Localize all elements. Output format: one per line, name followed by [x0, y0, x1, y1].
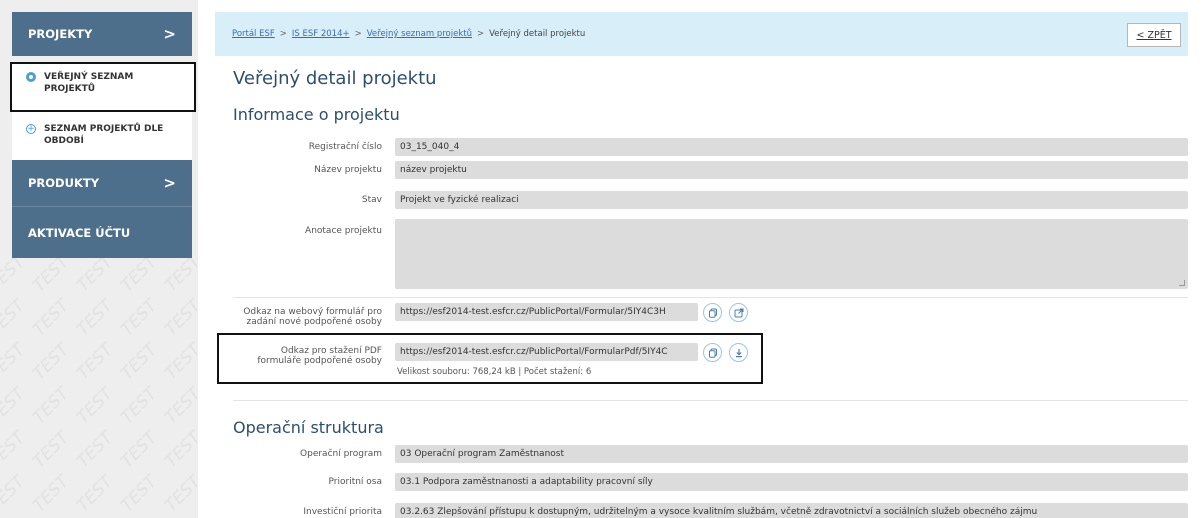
watermark-word: TEST [73, 339, 118, 385]
watermark-word: TEST [73, 258, 118, 297]
nav-produkty-label: PRODUKTY [28, 176, 100, 190]
copy-button-pdf[interactable] [703, 343, 722, 362]
watermark-word: TEST [73, 383, 118, 429]
divider [233, 400, 1188, 401]
breadcrumb-separator: > [477, 29, 485, 39]
test-watermark: TEST TEST TEST TEST TEST TEST TEST TEST TEST TEST… [0, 258, 198, 518]
sidebar-item-label-line2: PROJEKTŮ [44, 84, 96, 94]
watermark-word: TEST [117, 427, 162, 473]
breadcrumb-separator: > [354, 29, 362, 39]
label-odkaz-formular-line2: zadání nové podpořené osoby [246, 317, 382, 327]
field-nazev-projektu: název projektu [395, 161, 1188, 179]
nav-aktivace-uctu[interactable]: AKTIVACE ÚČTU [12, 206, 192, 258]
back-button[interactable]: < ZPĚT [1127, 23, 1181, 47]
nav-aktivace-label: AKTIVACE ÚČTU [28, 225, 131, 240]
watermark-word: TEST [73, 295, 118, 341]
plus-circle-icon: + [26, 124, 36, 134]
label-odkaz-formular-line1: Odkaz na webový formulář pro [243, 307, 382, 317]
divider [233, 297, 1188, 298]
page-title: Veřejný detail projektu [233, 68, 437, 89]
nav-produkty[interactable]: PRODUKTY > [12, 160, 192, 206]
field-operacni-program: 03 Operační program Zaměstnanost [395, 445, 1188, 463]
watermark-word: TEST [0, 295, 30, 341]
resize-handle-icon[interactable] [1179, 280, 1185, 286]
watermark-word: TEST [29, 427, 74, 473]
watermark-word: TEST [117, 383, 162, 429]
textarea-anotace-projektu[interactable] [395, 219, 1188, 289]
circle-icon [26, 72, 36, 82]
label-registracni-cislo: Registrační číslo [308, 142, 382, 152]
breadcrumb-link-is-esf[interactable]: IS ESF 2014+ [292, 29, 350, 39]
label-anotace-projektu: Anotace projektu [305, 226, 382, 236]
label-odkaz-pdf: Odkaz pro stažení PDF formuláře podpořen… [257, 346, 382, 366]
nav-projekty[interactable]: PROJEKTY > [12, 12, 192, 56]
sidebar-item-label-line2: OBDOBÍ [44, 136, 84, 146]
watermark-word: TEST [117, 339, 162, 385]
sidebar: TEST TEST TEST TEST TEST TEST TEST TEST TEST TEST… [0, 0, 198, 518]
watermark-word: TEST [161, 427, 198, 473]
copy-icon [708, 308, 717, 318]
watermark-word: TEST [0, 339, 30, 385]
label-odkaz-pdf-line2: formuláře podpořené osoby [257, 356, 382, 366]
download-button[interactable] [729, 343, 748, 362]
field-registracni-cislo: 03_15_040_4 [395, 138, 1188, 156]
label-stav: Stav [361, 195, 382, 205]
watermark-word: TEST [0, 471, 30, 517]
sidebar-item-label-line1: SEZNAM PROJEKTŮ DLE [44, 124, 164, 134]
watermark-word: TEST [117, 295, 162, 341]
watermark-word: TEST [161, 295, 198, 341]
label-investicni-priorita: Investiční priorita [303, 507, 382, 517]
download-icon [735, 348, 742, 357]
file-meta-text: Velikost souboru: 768,24 kB | Počet staž… [397, 367, 592, 377]
label-odkaz-pdf-line1: Odkaz pro stažení PDF [280, 346, 382, 356]
label-prioritni-osa: Prioritní osa [328, 477, 382, 487]
label-nazev-projektu: Název projektu [314, 165, 382, 175]
copy-button-formular[interactable] [703, 303, 722, 322]
field-odkaz-pdf[interactable]: https://esf2014-test.esfcr.cz/PublicPort… [395, 343, 698, 361]
breadcrumb-link-verejny-seznam[interactable]: Veřejný seznam projektů [367, 29, 472, 39]
external-link-icon [734, 308, 743, 317]
watermark-word: TEST [29, 295, 74, 341]
breadcrumb-current: Veřejný detail projektu [489, 29, 586, 39]
breadcrumb: Portál ESF > IS ESF 2014+ > Veřejný sezn… [215, 12, 1188, 56]
open-external-button[interactable] [729, 303, 748, 322]
watermark-word: TEST [0, 383, 30, 429]
watermark-word: TEST [161, 471, 198, 517]
breadcrumb-separator: > [279, 29, 287, 39]
watermark-word: TEST [29, 339, 74, 385]
field-investicni-priorita: 03.2.63 Zlepšování přístupu k dostupným,… [395, 503, 1188, 518]
watermark-word: TEST [161, 383, 198, 429]
section-title-informace: Informace o projektu [233, 105, 400, 124]
watermark-word: TEST [29, 258, 74, 297]
sidebar-item-label-line1: VEŘEJNÝ SEZNAM [44, 72, 134, 82]
watermark-word: TEST [117, 258, 162, 297]
watermark-word: TEST [29, 383, 74, 429]
label-odkaz-formular: Odkaz na webový formulář pro zadání nové… [243, 307, 382, 327]
sidebar-item-seznam-dle-obdobi[interactable]: + SEZNAM PROJEKTŮ DLE OBDOBÍ [12, 112, 192, 160]
watermark-word: TEST [73, 471, 118, 517]
watermark-word: TEST [161, 339, 198, 385]
sidebar-item-verejny-seznam[interactable]: VEŘEJNÝ SEZNAM PROJEKTŮ [10, 62, 196, 112]
watermark-word: TEST [161, 258, 198, 297]
copy-icon [708, 348, 717, 358]
section-title-operacni-struktura: Operační struktura [233, 418, 384, 437]
breadcrumb-link-portal-esf[interactable]: Portál ESF [232, 29, 275, 39]
field-odkaz-formular[interactable]: https://esf2014-test.esfcr.cz/PublicPort… [395, 303, 698, 321]
watermark-word: TEST [73, 427, 118, 473]
label-operacni-program: Operační program [300, 449, 382, 459]
chevron-right-icon: > [163, 25, 176, 43]
field-stav: Projekt ve fyzické realizaci [395, 191, 1188, 209]
chevron-right-icon: > [163, 174, 176, 192]
watermark-word: TEST [117, 471, 162, 517]
watermark-word: TEST [0, 427, 30, 473]
nav-projekty-label: PROJEKTY [28, 27, 93, 41]
watermark-word: TEST [0, 258, 30, 297]
watermark-word: TEST [29, 471, 74, 517]
field-prioritni-osa: 03.1 Podpora zaměstnanosti a adaptabilit… [395, 473, 1188, 491]
